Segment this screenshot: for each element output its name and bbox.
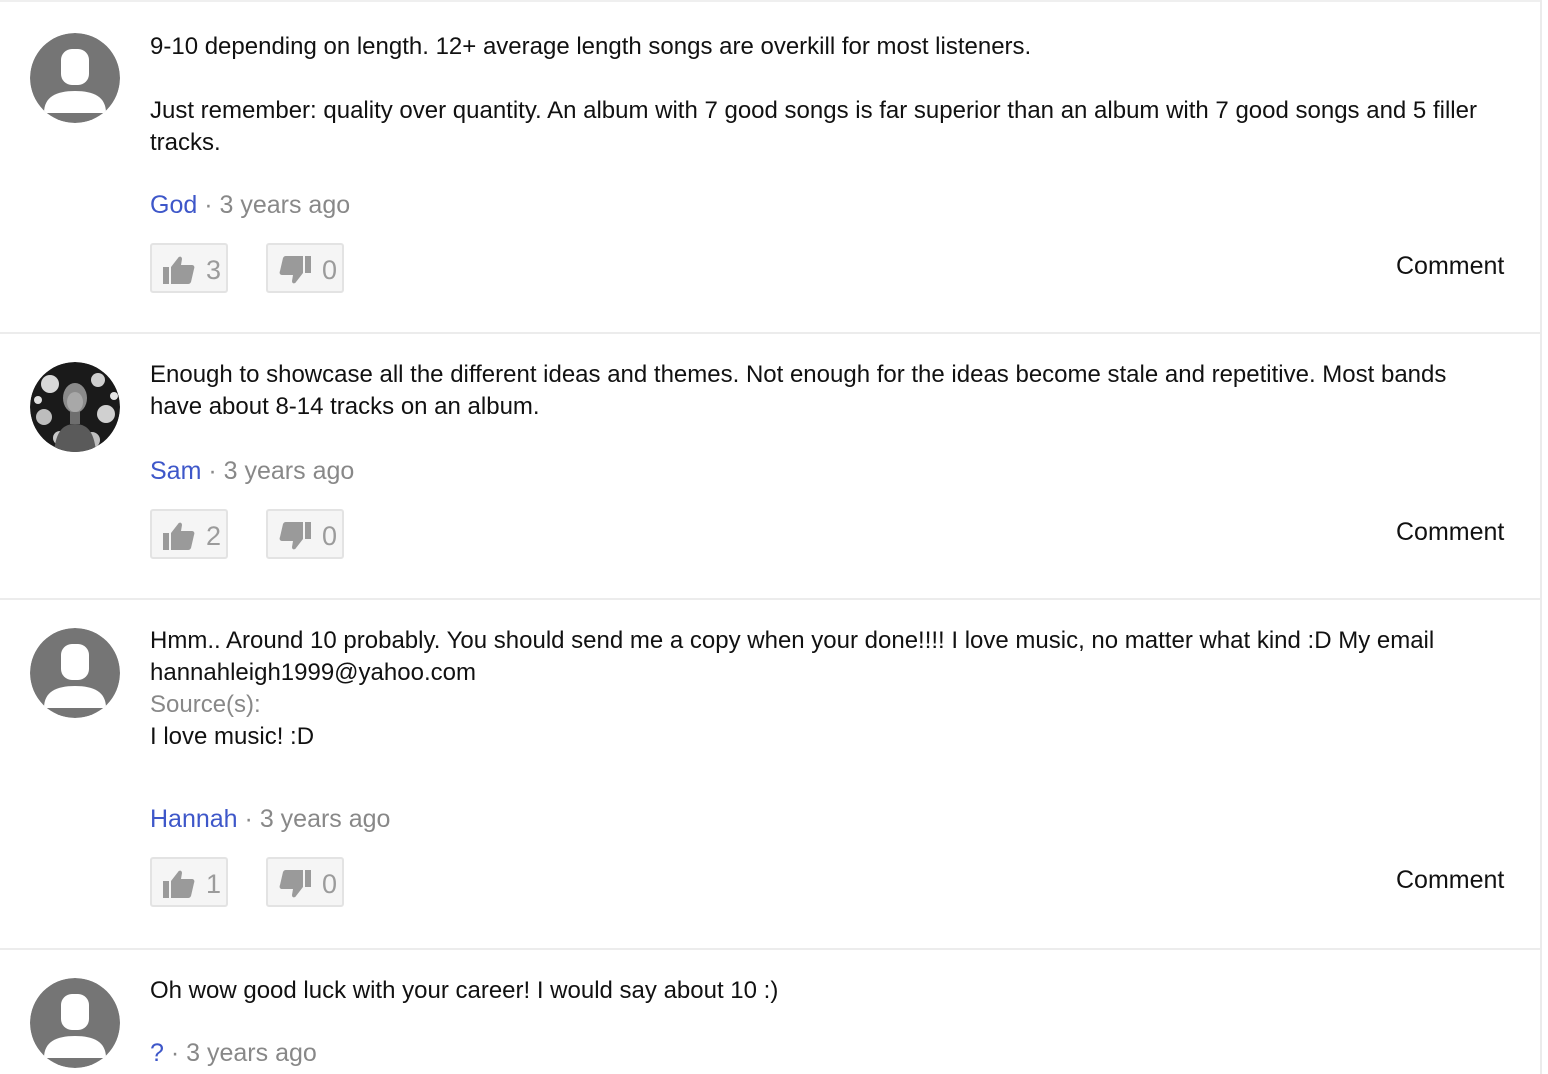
like-count: 1 <box>206 869 222 899</box>
answer-meta: Hannah · 3 years ago <box>150 803 390 835</box>
like-count: 3 <box>206 255 222 285</box>
answer-time: 3 years ago <box>259 805 391 833</box>
answer-text: Oh wow good luck with your career! I wou… <box>150 975 1500 1007</box>
dislike-count: 0 <box>322 869 338 899</box>
source-label: Source(s): <box>150 691 261 718</box>
answer-text: Hmm.. Around 10 probably. You should sen… <box>150 625 1500 753</box>
thumbs-up-icon <box>163 256 195 284</box>
answer-meta: ? · 3 years ago <box>150 1037 317 1069</box>
dislike-count: 0 <box>322 521 338 551</box>
user-photo[interactable] <box>30 362 120 452</box>
thumbs-up-icon <box>163 522 195 550</box>
answer-meta: Sam · 3 years ago <box>150 455 354 487</box>
author-link[interactable]: ? <box>150 1039 164 1067</box>
answer-time: 3 years ago <box>219 191 351 219</box>
answer-item: Enough to showcase all the different ide… <box>0 334 1540 600</box>
dislike-button[interactable]: 0 <box>266 509 344 559</box>
meta-separator: · <box>244 805 253 833</box>
answer-item: Hmm.. Around 10 probably. You should sen… <box>0 600 1540 950</box>
author-link[interactable]: Sam <box>150 457 201 485</box>
comment-button[interactable]: Comment <box>1396 516 1504 548</box>
answer-text: Enough to showcase all the different ide… <box>150 359 1500 423</box>
thumbs-down-icon <box>279 522 311 550</box>
like-button[interactable]: 3 <box>150 243 228 293</box>
answer-paragraph: Just remember: quality over quantity. An… <box>150 97 1477 156</box>
default-user-icon[interactable] <box>30 978 120 1068</box>
thumbs-up-icon <box>163 870 195 898</box>
answer-item: 9-10 depending on length. 12+ average le… <box>0 2 1540 334</box>
answer-paragraph: 9-10 depending on length. 12+ average le… <box>150 33 1032 60</box>
like-count: 2 <box>206 521 222 551</box>
author-link[interactable]: God <box>150 191 197 219</box>
like-button[interactable]: 1 <box>150 857 228 907</box>
meta-separator: · <box>208 457 217 485</box>
answer-item: Oh wow good luck with your career! I wou… <box>0 950 1540 1074</box>
answer-time: 3 years ago <box>186 1039 317 1067</box>
comment-button[interactable]: Comment <box>1396 250 1504 282</box>
dislike-button[interactable]: 0 <box>266 857 344 907</box>
source-text: I love music! :D <box>150 723 315 750</box>
like-button[interactable]: 2 <box>150 509 228 559</box>
author-link[interactable]: Hannah <box>150 805 238 833</box>
answers-page: 9-10 depending on length. 12+ average le… <box>0 0 1548 1074</box>
dislike-count: 0 <box>322 255 338 285</box>
dislike-button[interactable]: 0 <box>266 243 344 293</box>
answer-meta: God · 3 years ago <box>150 189 350 221</box>
comment-button[interactable]: Comment <box>1396 864 1504 896</box>
thumbs-down-icon <box>279 256 311 284</box>
answer-paragraph: Hmm.. Around 10 probably. You should sen… <box>150 627 1435 686</box>
answer-paragraph: Oh wow good luck with your career! I wou… <box>150 977 779 1004</box>
answer-time: 3 years ago <box>223 457 355 485</box>
answer-text: 9-10 depending on length. 12+ average le… <box>150 31 1500 159</box>
meta-separator: · <box>204 191 213 219</box>
right-border <box>1540 0 1542 1074</box>
thumbs-down-icon <box>279 870 311 898</box>
answer-paragraph: Enough to showcase all the different ide… <box>150 361 1447 420</box>
meta-separator: · <box>170 1039 180 1067</box>
default-user-icon[interactable] <box>30 628 120 718</box>
default-user-icon[interactable] <box>30 33 120 123</box>
